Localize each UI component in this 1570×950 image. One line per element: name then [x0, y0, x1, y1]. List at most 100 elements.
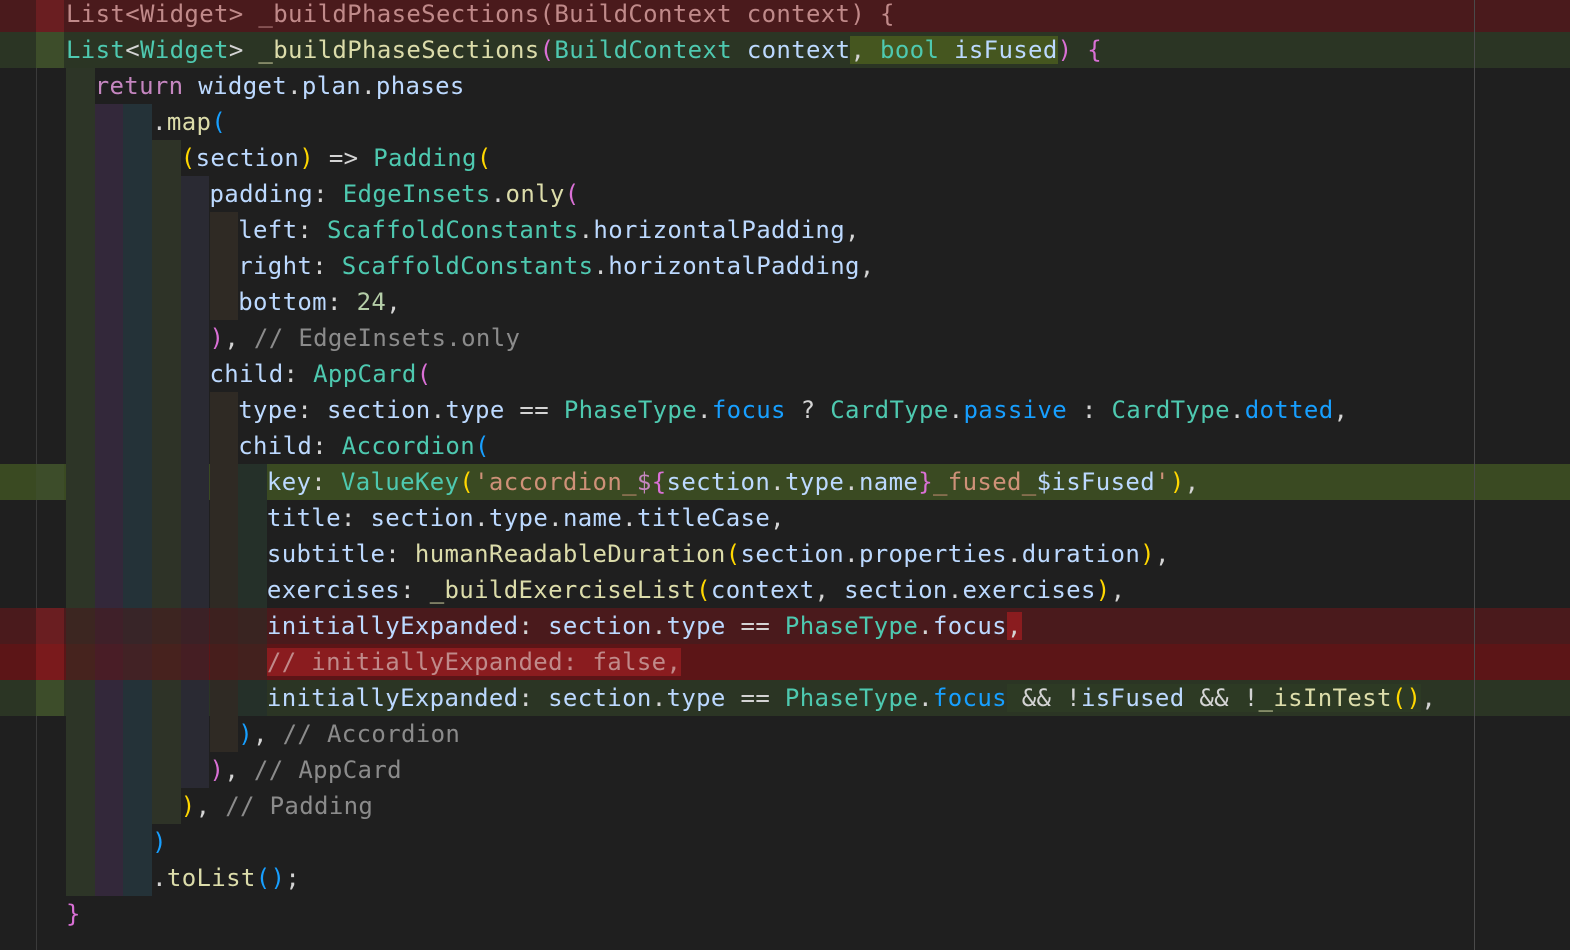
code-token: : — [340, 504, 371, 532]
indent-guide — [123, 500, 153, 536]
indent-guide — [123, 752, 153, 788]
code-text[interactable]: ), // AppCard — [210, 752, 402, 788]
indent-guide — [66, 284, 95, 320]
code-token: == — [725, 684, 785, 712]
code-token: ) — [1140, 540, 1155, 568]
code-text[interactable]: subtitle: humanReadableDuration(section.… — [267, 536, 1170, 572]
code-text[interactable]: List<Widget> _buildPhaseSections(BuildCo… — [66, 0, 895, 32]
code-token: ( — [696, 576, 711, 604]
code-token: bottom — [238, 288, 327, 316]
code-text[interactable]: (section) => Padding( — [181, 140, 492, 176]
indent-guide — [66, 608, 95, 644]
code-text[interactable]: // initiallyExpanded: false, — [266, 644, 682, 680]
code-token: section — [548, 684, 652, 712]
code-text[interactable]: ), // Accordion — [238, 716, 460, 752]
indent-guide — [94, 176, 124, 212]
code-text[interactable]: initiallyExpanded: section.type == Phase… — [267, 680, 1436, 716]
code-line[interactable]: return widget.plan.phases — [0, 68, 1570, 104]
code-text[interactable]: child: Accordion( — [238, 428, 490, 464]
code-text[interactable]: List<Widget> _buildPhaseSections(BuildCo… — [66, 32, 1102, 68]
code-token: . — [490, 180, 506, 208]
code-line[interactable]: title: section.type.name.titleCase, — [0, 500, 1570, 536]
code-token: ( — [459, 468, 475, 496]
code-line[interactable]: (section) => Padding( — [0, 140, 1570, 176]
code-token: ' — [1155, 468, 1170, 496]
code-line[interactable]: left: ScaffoldConstants.horizontalPaddin… — [0, 212, 1570, 248]
code-line[interactable]: exercises: _buildExerciseList(context, s… — [0, 572, 1570, 608]
code-text[interactable]: ), // Padding — [181, 788, 373, 824]
code-token: : — [312, 432, 342, 460]
code-text[interactable]: .toList(); — [152, 860, 300, 896]
code-text[interactable]: type: section.type == PhaseType.focus ? … — [238, 392, 1348, 428]
code-token: , — [253, 720, 283, 748]
indent-guide — [66, 428, 95, 464]
indent-guide — [66, 248, 95, 284]
code-line[interactable]: ), // EdgeInsets.only — [0, 320, 1570, 356]
code-token: child — [209, 360, 284, 388]
code-line[interactable]: initiallyExpanded: section.type == Phase… — [0, 680, 1570, 716]
code-text[interactable]: child: AppCard( — [210, 356, 432, 392]
code-text[interactable]: .map( — [152, 104, 226, 140]
code-token: . — [430, 396, 446, 424]
code-token: , — [1110, 576, 1126, 604]
code-line[interactable]: key: ValueKey('accordion_${section.type.… — [0, 464, 1570, 500]
code-text[interactable]: bottom: 24, — [238, 284, 401, 320]
code-token: . — [697, 396, 712, 424]
code-text[interactable]: padding: EdgeInsets.only( — [210, 176, 580, 212]
code-token: , — [195, 792, 226, 820]
code-line[interactable]: subtitle: humanReadableDuration(section.… — [0, 536, 1570, 572]
indent-guide — [123, 284, 153, 320]
indent-guide — [66, 212, 95, 248]
code-text[interactable]: ), // EdgeInsets.only — [210, 320, 521, 356]
code-token: , — [1421, 684, 1437, 712]
code-token: . — [152, 864, 167, 892]
code-text[interactable]: title: section.type.name.titleCase, — [267, 500, 785, 536]
code-text[interactable]: } — [66, 896, 81, 932]
code-token: left — [238, 216, 298, 244]
code-line[interactable]: ), // Accordion — [0, 716, 1570, 752]
code-token: EdgeInsets — [342, 180, 491, 208]
code-line[interactable]: right: ScaffoldConstants.horizontalPaddi… — [0, 248, 1570, 284]
code-text[interactable]: return widget.plan.phases — [95, 68, 465, 104]
code-line[interactable]: ), // AppCard — [0, 752, 1570, 788]
code-token: key — [266, 468, 312, 496]
code-token: : — [518, 684, 549, 712]
code-text[interactable]: left: ScaffoldConstants.horizontalPaddin… — [238, 212, 860, 248]
code-line[interactable]: padding: EdgeInsets.only( — [0, 176, 1570, 212]
code-token: name — [858, 468, 919, 496]
code-text[interactable]: right: ScaffoldConstants.horizontalPaddi… — [238, 248, 874, 284]
code-editor[interactable]: List<Widget> _buildPhaseSections(BuildCo… — [0, 0, 1570, 950]
indent-guide — [123, 140, 153, 176]
code-token: type — [666, 684, 726, 712]
code-token: initiallyExpanded — [266, 684, 519, 712]
code-token: AppCard — [313, 360, 417, 388]
code-line[interactable]: // initiallyExpanded: false, — [0, 644, 1570, 680]
indent-guide — [66, 860, 95, 896]
code-token: . — [474, 504, 489, 532]
code-line[interactable]: .map( — [0, 104, 1570, 140]
code-line[interactable]: ) — [0, 824, 1570, 860]
code-line[interactable]: child: AppCard( — [0, 356, 1570, 392]
code-line[interactable]: initiallyExpanded: section.type == Phase… — [0, 608, 1570, 644]
code-token: context — [710, 576, 815, 604]
code-token: . — [651, 684, 667, 712]
indent-guide — [94, 392, 124, 428]
code-line[interactable]: type: section.type == PhaseType.focus ? … — [0, 392, 1570, 428]
code-line[interactable]: List<Widget> _buildPhaseSections(BuildCo… — [0, 0, 1570, 32]
code-text[interactable]: exercises: _buildExerciseList(context, s… — [267, 572, 1125, 608]
code-line[interactable]: bottom: 24, — [0, 284, 1570, 320]
indent-guide — [123, 608, 153, 644]
code-text[interactable]: ) — [152, 824, 167, 860]
code-text[interactable]: initiallyExpanded: section.type == Phase… — [267, 608, 1022, 644]
code-line[interactable]: ), // Padding — [0, 788, 1570, 824]
code-line[interactable]: } — [0, 896, 1570, 932]
code-text[interactable]: key: ValueKey('accordion_${section.type.… — [267, 464, 1200, 500]
code-token: ? — [785, 396, 831, 424]
code-line[interactable]: child: Accordion( — [0, 428, 1570, 464]
code-line[interactable]: .toList(); — [0, 860, 1570, 896]
diff-marker — [36, 680, 64, 716]
code-line[interactable]: List<Widget> _buildPhaseSections(BuildCo… — [0, 32, 1570, 68]
code-token: return — [94, 72, 184, 100]
